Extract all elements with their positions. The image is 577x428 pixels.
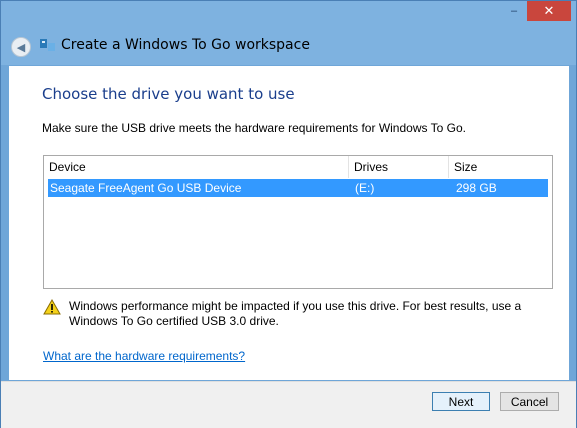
windows-to-go-icon <box>40 39 55 51</box>
drive-letter: (E:) <box>355 181 375 195</box>
drive-size: 298 GB <box>456 181 497 195</box>
minimize-button[interactable]: – <box>501 1 527 21</box>
back-button[interactable]: ◀ <box>11 37 31 57</box>
page-heading: Choose the drive you want to use <box>42 85 295 103</box>
window-title: Create a Windows To Go workspace <box>61 37 310 53</box>
cancel-button[interactable]: Cancel <box>500 392 559 411</box>
column-header-device[interactable]: Device <box>44 156 349 178</box>
column-header-size[interactable]: Size <box>449 156 552 178</box>
content-area: Choose the drive you want to use Make su… <box>9 66 569 380</box>
device-name: Seagate FreeAgent Go USB Device <box>50 181 242 195</box>
window-controls: – ✕ <box>501 1 571 21</box>
warning-message: Windows performance might be impacted if… <box>69 299 522 328</box>
close-button[interactable]: ✕ <box>527 1 571 21</box>
next-button[interactable]: Next <box>432 392 490 411</box>
table-row[interactable]: Seagate FreeAgent Go USB Device (E:) 298… <box>48 179 548 197</box>
warning-icon <box>43 299 61 315</box>
button-bar: Next Cancel <box>1 381 576 428</box>
title-bar: – ✕ ◀ Create a Windows To Go workspace <box>1 1 576 65</box>
column-header-drives[interactable]: Drives <box>349 156 449 178</box>
drive-list[interactable]: Device Drives Size Seagate FreeAgent Go … <box>43 155 553 289</box>
table-header: Device Drives Size <box>44 156 552 178</box>
wizard-window: – ✕ ◀ Create a Windows To Go workspace C… <box>0 0 577 428</box>
back-arrow-icon: ◀ <box>16 41 26 54</box>
hardware-requirements-link[interactable]: What are the hardware requirements? <box>43 349 245 363</box>
instructions-text: Make sure the USB drive meets the hardwa… <box>42 121 466 135</box>
